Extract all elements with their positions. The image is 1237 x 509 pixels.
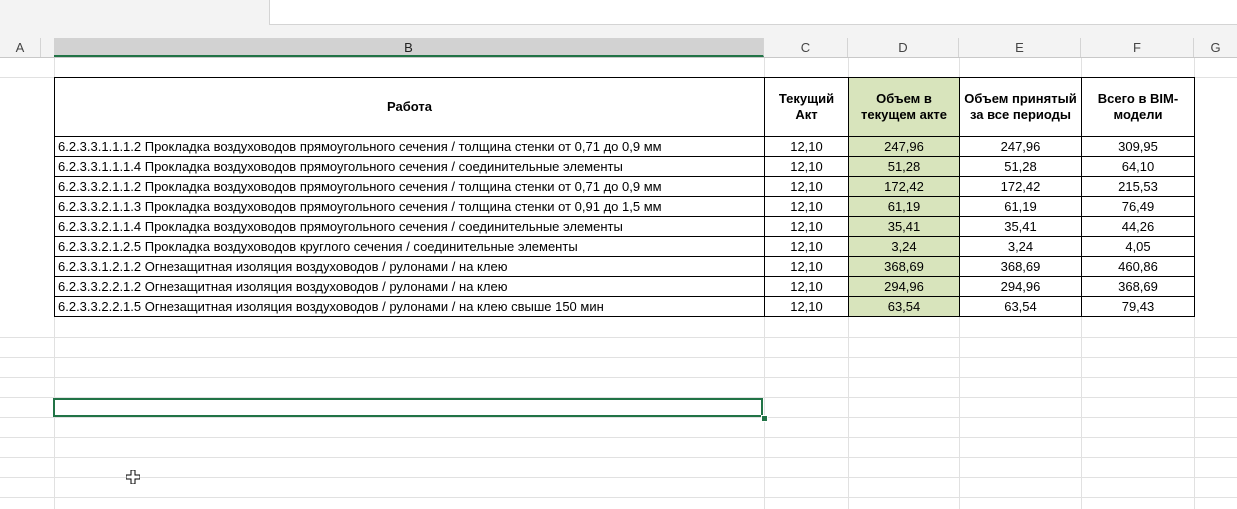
table-row: 6.2.3.3.2.1.1.3 Прокладка воздуховодов п… [54, 196, 1195, 217]
cell-act[interactable]: 12,10 [764, 256, 849, 277]
cell-bim[interactable]: 368,69 [1081, 276, 1195, 297]
cell-work[interactable]: 6.2.3.3.1.1.1.4 Прокладка воздуховодов п… [54, 156, 765, 177]
cell-work[interactable]: 6.2.3.3.1.1.1.2 Прокладка воздуховодов п… [54, 136, 765, 157]
cell-act[interactable]: 12,10 [764, 176, 849, 197]
cell-accepted[interactable]: 3,24 [959, 236, 1082, 257]
column-headers: A B C D E F G [0, 38, 1237, 58]
cell-work[interactable]: 6.2.3.3.2.2.1.5 Огнезащитная изоляция во… [54, 296, 765, 317]
cell-accepted[interactable]: 172,42 [959, 176, 1082, 197]
cell-act[interactable]: 12,10 [764, 216, 849, 237]
cell-act[interactable]: 12,10 [764, 236, 849, 257]
column-header-b[interactable]: B [54, 38, 764, 57]
cell-accepted[interactable]: 61,19 [959, 196, 1082, 217]
cell-cross-cursor-icon [126, 470, 140, 484]
cell-accepted[interactable]: 247,96 [959, 136, 1082, 157]
header-volume-accepted[interactable]: Объем принятый за все периоды [959, 77, 1082, 137]
table-row: 6.2.3.3.2.2.1.5 Огнезащитная изоляция во… [54, 296, 1195, 317]
cell-bim[interactable]: 309,95 [1081, 136, 1195, 157]
table-row: 6.2.3.3.2.2.1.2 Огнезащитная изоляция во… [54, 276, 1195, 297]
cell-current[interactable]: 294,96 [848, 276, 960, 297]
cell-current[interactable]: 247,96 [848, 136, 960, 157]
cell-current[interactable]: 63,54 [848, 296, 960, 317]
column-header-a[interactable]: A [0, 38, 41, 57]
table-header-row: Работа Текущий Акт Объем в текущем акте … [54, 77, 1195, 137]
cell-current[interactable]: 51,28 [848, 156, 960, 177]
cell-current[interactable]: 3,24 [848, 236, 960, 257]
table-row: 6.2.3.3.1.1.1.2 Прокладка воздуховодов п… [54, 136, 1195, 157]
cell-act[interactable]: 12,10 [764, 136, 849, 157]
column-header-c[interactable]: C [764, 38, 848, 57]
table-row: 6.2.3.3.2.1.1.4 Прокладка воздуховодов п… [54, 216, 1195, 237]
cell-bim[interactable]: 460,86 [1081, 256, 1195, 277]
table-row: 6.2.3.3.1.1.1.4 Прокладка воздуховодов п… [54, 156, 1195, 177]
cell-current[interactable]: 172,42 [848, 176, 960, 197]
header-work[interactable]: Работа [54, 77, 765, 137]
cell-work[interactable]: 6.2.3.3.2.2.1.2 Огнезащитная изоляция во… [54, 276, 765, 297]
cell-bim[interactable]: 76,49 [1081, 196, 1195, 217]
cell-bim[interactable]: 64,10 [1081, 156, 1195, 177]
formula-input[interactable] [269, 0, 1237, 25]
cell-current[interactable]: 61,19 [848, 196, 960, 217]
formula-bar [0, 0, 1237, 39]
cell-bim[interactable]: 4,05 [1081, 236, 1195, 257]
cell-act[interactable]: 12,10 [764, 196, 849, 217]
cell-current[interactable]: 35,41 [848, 216, 960, 237]
cell-accepted[interactable]: 35,41 [959, 216, 1082, 237]
cell-work[interactable]: 6.2.3.3.2.1.1.2 Прокладка воздуховодов п… [54, 176, 765, 197]
cell-current[interactable]: 368,69 [848, 256, 960, 277]
fill-handle[interactable] [761, 415, 768, 422]
cell-bim[interactable]: 79,43 [1081, 296, 1195, 317]
header-current-act[interactable]: Текущий Акт [764, 77, 849, 137]
column-header-f[interactable]: F [1081, 38, 1194, 57]
cell-act[interactable]: 12,10 [764, 296, 849, 317]
table-row: 6.2.3.3.2.1.2.5 Прокладка воздуховодов к… [54, 236, 1195, 257]
cell-accepted[interactable]: 294,96 [959, 276, 1082, 297]
cell-act[interactable]: 12,10 [764, 276, 849, 297]
table-row: 6.2.3.3.2.1.1.2 Прокладка воздуховодов п… [54, 176, 1195, 197]
work-volume-table: Работа Текущий Акт Объем в текущем акте … [54, 77, 1195, 317]
cell-work[interactable]: 6.2.3.3.2.1.2.5 Прокладка воздуховодов к… [54, 236, 765, 257]
header-total-bim[interactable]: Всего в BIM-модели [1081, 77, 1195, 137]
cell-accepted[interactable]: 63,54 [959, 296, 1082, 317]
cell-work[interactable]: 6.2.3.3.1.2.1.2 Огнезащитная изоляция во… [54, 256, 765, 277]
cell-bim[interactable]: 215,53 [1081, 176, 1195, 197]
cell-work[interactable]: 6.2.3.3.2.1.1.3 Прокладка воздуховодов п… [54, 196, 765, 217]
cell-bim[interactable]: 44,26 [1081, 216, 1195, 237]
column-header-e[interactable]: E [959, 38, 1081, 57]
active-cell-selection[interactable] [53, 398, 763, 417]
column-header-d[interactable]: D [848, 38, 959, 57]
cell-act[interactable]: 12,10 [764, 156, 849, 177]
cell-work[interactable]: 6.2.3.3.2.1.1.4 Прокладка воздуховодов п… [54, 216, 765, 237]
cell-accepted[interactable]: 368,69 [959, 256, 1082, 277]
table-row: 6.2.3.3.1.2.1.2 Огнезащитная изоляция во… [54, 256, 1195, 277]
header-volume-current-act[interactable]: Объем в текущем акте [848, 77, 960, 137]
column-header-g[interactable]: G [1194, 38, 1237, 57]
cell-accepted[interactable]: 51,28 [959, 156, 1082, 177]
